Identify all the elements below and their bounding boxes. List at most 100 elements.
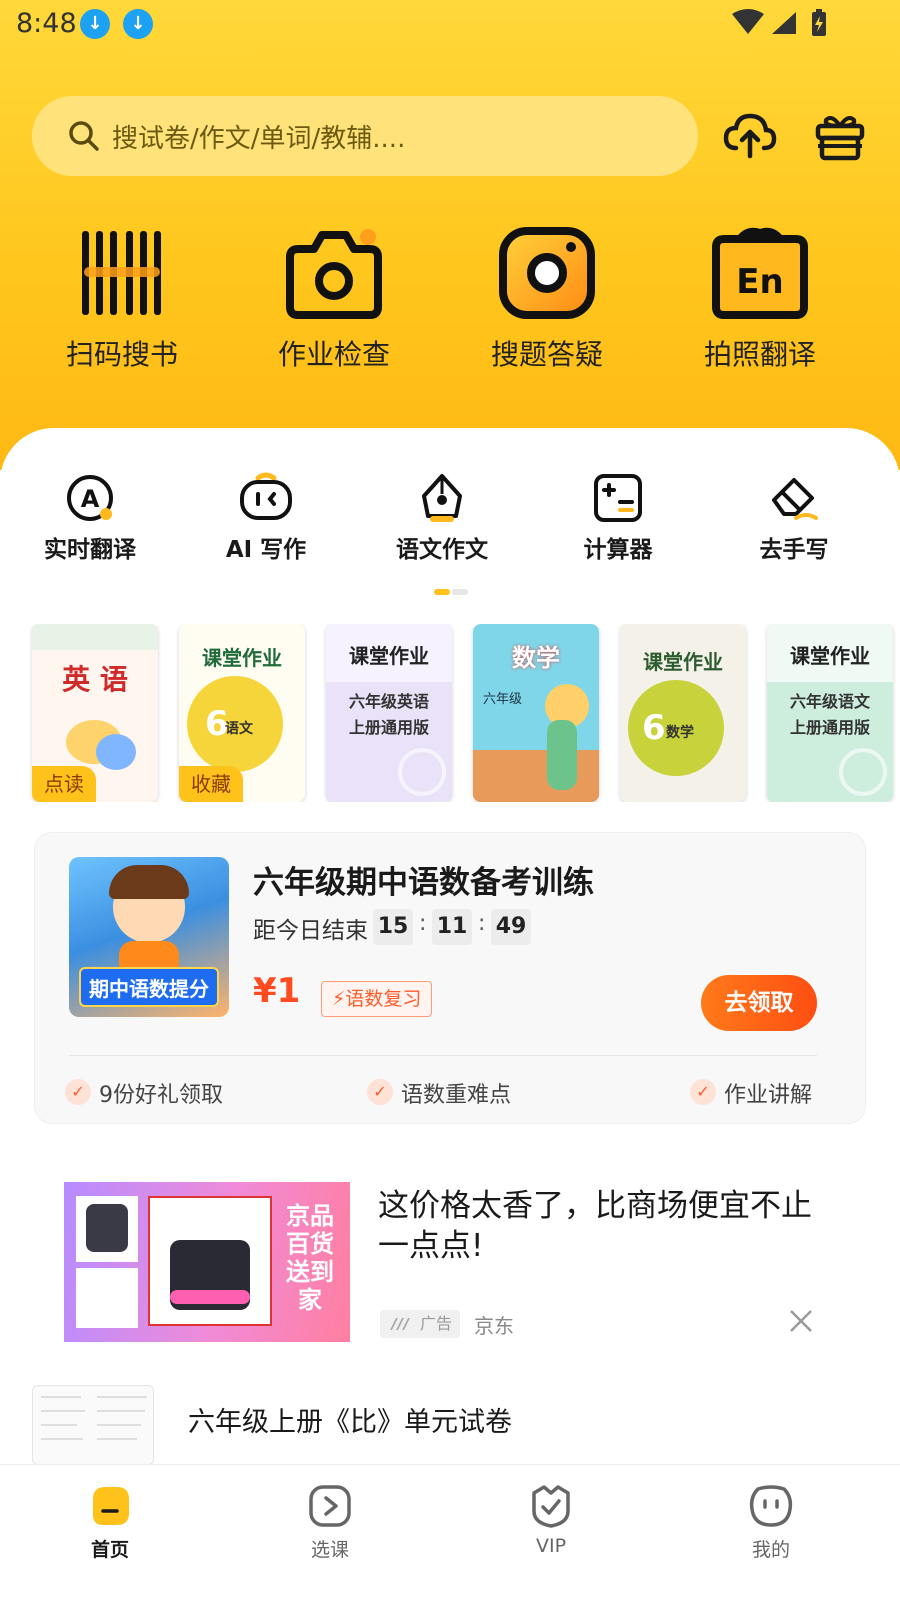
nav-item-vip[interactable]: VIP <box>461 1465 641 1600</box>
benefit-label: 语数重难点 <box>401 1083 512 1108</box>
check-icon: ✓ <box>690 1079 716 1105</box>
system-status-icons <box>732 9 826 36</box>
status-time: 8:48 <box>16 8 77 39</box>
sub-tool-label: 计算器 <box>583 537 653 563</box>
ad-image-text: 京品百货送到家 <box>286 1202 334 1314</box>
upload-icon[interactable] <box>722 108 778 164</box>
sub-tool-label: 实时翻译 <box>44 537 136 563</box>
sub-tool-calculator[interactable]: 计算器 <box>538 472 698 564</box>
book-caption: 六年级语文 <box>789 692 870 711</box>
lightning-icon: ⚡ <box>332 988 346 1010</box>
book-caption: 上册通用版 <box>789 718 870 737</box>
countdown-separator: : <box>419 911 427 936</box>
sub-tool-remove-handwriting[interactable]: 去手写 <box>714 472 874 564</box>
vip-shield-icon <box>532 1485 570 1528</box>
ad-title[interactable]: 这价格太香了，比商场便宜不止一点点! <box>378 1186 818 1266</box>
page-indicator <box>434 589 468 595</box>
countdown-label: 距今日结束 <box>253 918 368 944</box>
calculator-icon <box>594 474 642 522</box>
sub-tool-realtime-translate[interactable]: A 实时翻译 <box>10 472 170 564</box>
book-title: 数学 <box>512 644 560 672</box>
ad-source: 京东 <box>474 1314 514 1338</box>
book-card[interactable]: 课堂作业 六年级语文 上册通用版 <box>767 624 893 802</box>
sub-tool-label: AI 写作 <box>225 537 307 563</box>
countdown-hours: 15 <box>373 909 413 945</box>
book-title: 课堂作业 <box>202 646 282 670</box>
divider <box>69 1055 817 1056</box>
exam-thumbnail[interactable] <box>32 1385 154 1465</box>
book-title: 课堂作业 <box>643 650 723 674</box>
nav-label: 首页 <box>90 1539 129 1561</box>
nav-item-courses[interactable]: 选课 <box>240 1465 420 1600</box>
promo-title: 六年级期中语数备考训练 <box>253 865 594 901</box>
search-camera-icon <box>499 227 595 319</box>
status-bar: 8:48 ↓ ↓ <box>0 0 900 48</box>
book-caption: 上册通用版 <box>348 718 429 737</box>
pen-nib-icon <box>422 474 462 522</box>
promo-image-label: 期中语数提分 <box>79 967 219 1007</box>
exam-title[interactable]: 六年级上册《比》单元试卷 <box>188 1400 512 1439</box>
bottom-navigation: 首页 选课 VIP 我的 <box>0 1464 900 1600</box>
promo-price: ¥1 <box>253 971 301 1011</box>
home-icon <box>93 1487 129 1525</box>
countdown-minutes: 11 <box>432 909 472 945</box>
promo-tag: ⚡语数复习 <box>321 981 433 1017</box>
page-dot <box>452 589 468 595</box>
countdown-seconds: 49 <box>491 909 531 945</box>
sub-tool-label: 语文作文 <box>396 537 488 563</box>
svg-text:En: En <box>736 262 783 302</box>
barcode-icon <box>82 231 161 315</box>
book-grade-text: 六年级 <box>483 692 523 707</box>
book-badge: 点读 <box>32 766 96 802</box>
camera-icon <box>286 229 382 319</box>
main-tool-photo-translate[interactable]: En 拍照翻译 <box>660 225 860 373</box>
gift-icon[interactable] <box>812 108 868 164</box>
sub-tool-ai-writing[interactable]: AI 写作 <box>186 472 346 564</box>
svg-text:A: A <box>81 485 100 513</box>
sub-tools: A 实时翻译 AI 写作 语文作文 计算器 去手写 <box>0 472 900 572</box>
nav-item-profile[interactable]: 我的 <box>681 1465 861 1600</box>
book-title: 英 语 <box>62 663 128 696</box>
ad-image[interactable]: 京品百货送到家 <box>64 1182 350 1342</box>
book-title: 课堂作业 <box>349 644 429 668</box>
nav-label: VIP <box>535 1535 567 1557</box>
main-tool-label: 作业检查 <box>277 338 390 371</box>
nav-label: 我的 <box>751 1539 790 1561</box>
main-tool-label: 扫码搜书 <box>65 338 178 371</box>
ad-badge-label: 广告 <box>419 1314 452 1333</box>
book-caption: 六年级英语 <box>348 692 429 711</box>
nav-item-home[interactable]: 首页 <box>20 1465 200 1600</box>
check-circle-icon <box>839 748 887 796</box>
play-course-icon <box>309 1485 351 1527</box>
sub-tool-chinese-essay[interactable]: 语文作文 <box>362 472 522 564</box>
check-icon: ✓ <box>65 1079 91 1105</box>
ai-writing-icon <box>240 472 292 520</box>
book-card[interactable]: 课堂作业 六年级英语 上册通用版 <box>326 624 452 802</box>
close-icon[interactable] <box>788 1308 814 1334</box>
book-card[interactable]: 课堂作业 6 语文 收藏 <box>179 624 305 802</box>
search-icon <box>69 121 99 151</box>
main-tools: 扫码搜书 作业检查 搜题答疑 En 拍照翻译 <box>0 225 900 385</box>
ad-badge: 广告 <box>380 1310 460 1338</box>
sub-tool-label: 去手写 <box>759 537 829 563</box>
book-shelf: 英 语 点读 课堂作业 6 语文 收藏 课堂作业 六年级英语 上册通用版 数学 … <box>0 624 900 802</box>
check-icon: ✓ <box>367 1079 393 1105</box>
countdown-separator: : <box>478 911 486 936</box>
translate-camera-icon: En <box>712 227 808 319</box>
book-subject: 数学 <box>666 725 694 741</box>
realtime-translate-icon: A <box>67 475 113 521</box>
main-tool-homework-check[interactable]: 作业检查 <box>234 225 434 373</box>
ad-logo-icon <box>390 1318 410 1330</box>
claim-button[interactable]: 去领取 <box>701 975 817 1031</box>
search-input[interactable]: 搜试卷/作文/单词/教辅.... <box>32 96 698 176</box>
main-tool-scan-book[interactable]: 扫码搜书 <box>22 225 222 373</box>
book-card[interactable]: 课堂作业 6 数学 <box>620 624 746 802</box>
promo-card[interactable]: 期中语数提分 六年级期中语数备考训练 距今日结束 15 : 11 : 49 ¥1… <box>34 832 866 1124</box>
main-tool-search-answer[interactable]: 搜题答疑 <box>447 225 647 373</box>
book-title: 课堂作业 <box>790 644 870 668</box>
benefit-label: 作业讲解 <box>724 1083 813 1108</box>
book-card[interactable]: 英 语 点读 <box>32 624 158 802</box>
profile-face-icon <box>749 1485 793 1527</box>
download-notification-icon: ↓ <box>123 9 153 39</box>
book-card[interactable]: 数学 六年级 <box>473 624 599 802</box>
